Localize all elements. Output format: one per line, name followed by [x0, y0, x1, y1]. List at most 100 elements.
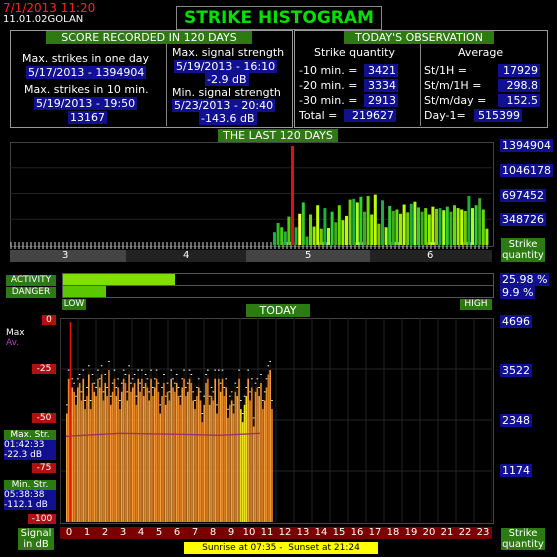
today-max-dot — [229, 395, 231, 397]
hour-tick: 6 — [173, 527, 181, 538]
max-signal-label: Max. signal strength — [172, 46, 285, 59]
last120-bar — [384, 227, 388, 245]
today-max-dot — [67, 369, 70, 371]
today-bar-cap — [219, 385, 222, 392]
today-max-dot — [89, 400, 92, 402]
today-bar — [128, 374, 130, 522]
today-bar-cap — [256, 381, 259, 388]
last120-bar — [276, 222, 280, 245]
today-bar — [256, 387, 259, 522]
last120-bar — [402, 204, 406, 245]
last120-bar — [409, 203, 413, 245]
today-max-dot — [177, 387, 180, 389]
today-bar-cap — [236, 390, 238, 397]
today-bar — [181, 387, 184, 522]
hour-tick: 9 — [227, 527, 235, 538]
hour-tick: 14 — [314, 527, 328, 538]
today-max-dot — [256, 378, 259, 380]
observation-heading: TODAY'S OBSERVATION — [344, 31, 494, 44]
today-bar — [212, 400, 215, 522]
today-max-dot — [82, 369, 85, 371]
today-max-dot — [137, 369, 140, 371]
today-bar-cap — [269, 363, 271, 370]
min-str-value: -112.1 dB — [4, 500, 56, 510]
today-bar — [108, 369, 110, 522]
last120-bar — [370, 214, 374, 245]
last120-bar — [366, 196, 370, 245]
today-max-dot — [150, 369, 152, 371]
today-bar-cap — [113, 372, 116, 379]
today-bar-cap — [214, 372, 217, 379]
last120-bar — [337, 205, 341, 245]
last120-bar — [424, 208, 428, 245]
page-title: STRIKE HISTOGRAM — [176, 6, 382, 30]
today-bar — [80, 400, 83, 522]
today-bar — [133, 382, 136, 522]
today-max-dot — [91, 373, 94, 375]
today-bar-cap — [146, 381, 149, 388]
today-max-dot — [203, 395, 206, 397]
today-bar — [166, 391, 169, 522]
hour-tick: 2 — [101, 527, 109, 538]
today-bar-cap — [252, 420, 255, 427]
last120-bar — [305, 236, 309, 245]
today-max-dot — [122, 369, 125, 371]
today-bar-cap — [230, 394, 233, 401]
today-bar-cap — [208, 398, 211, 405]
today-bar — [87, 374, 90, 522]
today-bar-cap — [135, 398, 138, 405]
last120-bar — [420, 211, 424, 245]
today-bar — [221, 378, 224, 522]
last120-xtick-3: 6 — [427, 250, 434, 261]
hour-tick: 21 — [440, 527, 454, 538]
today-bar — [188, 378, 191, 522]
today-bar — [179, 404, 182, 522]
sun-times: Sunrise at 07:35 - Sunset at 21:24 — [184, 542, 378, 554]
today-bar — [229, 404, 231, 522]
today-bar — [76, 387, 79, 522]
last120-bar — [291, 146, 294, 245]
today-bar — [84, 409, 86, 522]
today-max-dot — [258, 387, 260, 389]
day1-label: Day-1= — [424, 109, 466, 122]
today-max-dot — [183, 369, 185, 371]
today-bar — [144, 382, 147, 522]
today-max-dot — [219, 382, 222, 384]
today-bar-cap — [75, 398, 77, 405]
today-max-dot — [66, 404, 68, 406]
quantity-heading: Strike quantity — [314, 46, 395, 59]
today-max-dot — [225, 378, 228, 380]
today-ytick-3: 1174 — [500, 464, 532, 477]
db-tick-75: -75 — [32, 463, 56, 473]
last120-ytick-3: 348726 — [500, 213, 546, 226]
min-signal-value: -143.6 dB — [199, 112, 257, 125]
today-bar-cap — [142, 390, 145, 397]
low-label: LOW — [62, 299, 86, 310]
last120-bar — [445, 206, 449, 245]
today-max-dot — [93, 382, 96, 384]
today-bar-cap — [265, 381, 268, 388]
today-bar — [183, 378, 185, 522]
today-bar-cap — [82, 372, 85, 379]
last120-bar — [327, 227, 330, 245]
today-bar — [130, 391, 132, 522]
today-bar — [190, 382, 193, 522]
max-signal-date: 5/19/2013 - 16:10 — [174, 60, 278, 73]
today-bar — [219, 391, 222, 522]
last120-bar — [345, 215, 348, 245]
today-bar — [150, 378, 152, 522]
today-max-dot — [131, 378, 134, 380]
today-bar — [93, 391, 96, 522]
today-bar-cap — [177, 390, 180, 397]
hour-tick: 1 — [83, 527, 91, 538]
max-10min-label: Max. strikes in 10 min. — [24, 83, 149, 96]
today-bar-cap — [254, 385, 257, 392]
stm1h-value: 298.8 — [498, 79, 540, 92]
hour-tick: 8 — [209, 527, 217, 538]
today-max-dot — [170, 369, 173, 371]
last120-bar — [460, 209, 464, 245]
today-bar — [194, 409, 196, 522]
max-str-time: 01:42:33 — [4, 440, 56, 450]
today-bar — [102, 400, 105, 522]
today-bar — [86, 396, 88, 522]
